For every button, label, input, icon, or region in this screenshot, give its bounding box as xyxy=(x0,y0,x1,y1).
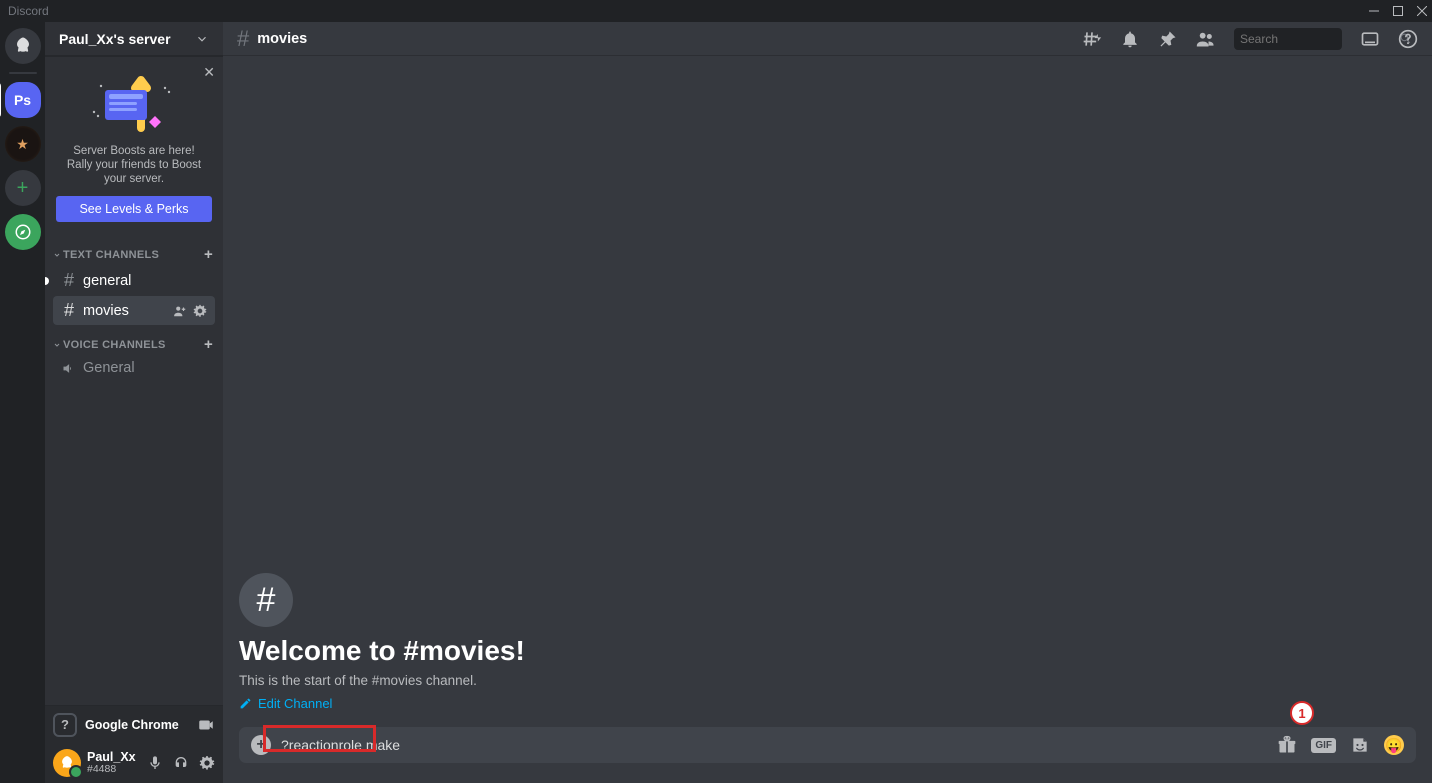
help-icon[interactable] xyxy=(1398,29,1418,49)
add-channel-button[interactable]: + xyxy=(204,246,213,263)
server-separator xyxy=(9,72,37,74)
hash-icon: # xyxy=(61,300,77,321)
activity-label: Google Chrome xyxy=(85,718,189,732)
server-icon-label: ★ xyxy=(16,136,29,153)
username-label: Paul_Xx xyxy=(87,751,141,763)
server-name-header[interactable]: Paul_Xx's server xyxy=(45,22,223,56)
boost-illustration xyxy=(53,66,215,138)
user-panel: Paul_Xx #4488 xyxy=(45,743,223,783)
add-channel-button[interactable]: + xyxy=(204,336,213,353)
server-icon-other[interactable]: ★ xyxy=(5,126,41,162)
notifications-icon[interactable] xyxy=(1120,29,1140,49)
close-icon[interactable]: ✕ xyxy=(203,64,215,81)
category-label: TEXT CHANNELS xyxy=(63,249,159,261)
boost-description: Server Boosts are here! Rally your frien… xyxy=(53,144,215,186)
deafen-icon[interactable] xyxy=(173,755,189,771)
stream-icon[interactable] xyxy=(197,716,215,734)
explore-servers-button[interactable] xyxy=(5,214,41,250)
invite-icon[interactable] xyxy=(173,304,187,318)
window-maximize-button[interactable] xyxy=(1392,5,1404,17)
server-boost-card: ✕ Server Boosts are here! Rally your fri… xyxy=(45,56,223,236)
window-controls xyxy=(1368,5,1428,17)
window-minimize-button[interactable] xyxy=(1368,5,1380,17)
activity-icon: ? xyxy=(53,713,77,737)
category-label: VOICE CHANNELS xyxy=(63,339,166,351)
window-titlebar: Discord xyxy=(0,0,1432,22)
gift-icon[interactable] xyxy=(1277,735,1297,755)
window-close-button[interactable] xyxy=(1416,5,1428,17)
composer-row: + GIF 😛 xyxy=(223,727,1432,783)
main-content: # movies # Welcome to #movies! This is t… xyxy=(223,22,1432,783)
home-button[interactable] xyxy=(5,28,41,64)
category-text-channels[interactable]: TEXT CHANNELS + xyxy=(47,236,221,265)
hash-icon: # xyxy=(237,26,249,52)
server-icon-current[interactable]: Ps xyxy=(5,82,41,118)
gear-icon[interactable] xyxy=(193,304,207,318)
channel-label: General xyxy=(83,360,135,376)
channel-sidebar: Paul_Xx's server ✕ Serv xyxy=(45,22,223,783)
message-composer: + GIF 😛 xyxy=(239,727,1416,763)
search-box[interactable] xyxy=(1234,28,1342,50)
welcome-title: Welcome to #movies! xyxy=(239,635,1416,667)
app-title: Discord xyxy=(8,4,49,18)
pinned-icon[interactable] xyxy=(1158,29,1178,49)
channel-label: general xyxy=(83,273,131,289)
message-area: # Welcome to #movies! This is the start … xyxy=(223,56,1432,727)
hash-icon: # xyxy=(61,270,77,291)
add-server-button[interactable]: + xyxy=(5,170,41,206)
inbox-icon[interactable] xyxy=(1360,29,1380,49)
threads-icon[interactable] xyxy=(1082,29,1102,49)
user-avatar[interactable] xyxy=(53,749,81,777)
edit-channel-label: Edit Channel xyxy=(258,696,332,711)
channel-welcome-icon: # xyxy=(239,573,293,627)
activity-panel: ? Google Chrome xyxy=(45,705,223,743)
edit-channel-link[interactable]: Edit Channel xyxy=(239,696,1416,711)
speaker-icon xyxy=(61,361,77,376)
welcome-subtitle: This is the start of the #movies channel… xyxy=(239,673,1416,688)
user-discriminator: #4488 xyxy=(87,763,141,775)
channel-header: # movies xyxy=(223,22,1432,56)
attach-button[interactable]: + xyxy=(251,735,271,755)
channel-movies[interactable]: # movies xyxy=(53,296,215,325)
message-input[interactable] xyxy=(281,737,1267,753)
emoji-button[interactable]: 😛 xyxy=(1384,735,1404,755)
channel-general[interactable]: # general xyxy=(53,266,215,295)
channel-title: movies xyxy=(257,31,307,47)
boost-levels-button[interactable]: See Levels & Perks xyxy=(56,196,212,222)
channel-label: movies xyxy=(83,303,129,319)
gif-button[interactable]: GIF xyxy=(1311,738,1336,753)
chevron-down-icon xyxy=(195,32,209,46)
voice-channel-general[interactable]: General xyxy=(53,356,215,380)
user-info[interactable]: Paul_Xx #4488 xyxy=(87,751,141,775)
server-name-label: Paul_Xx's server xyxy=(59,31,171,47)
server-list: Ps ★ + xyxy=(0,22,45,783)
category-voice-channels[interactable]: VOICE CHANNELS + xyxy=(47,326,221,355)
sticker-icon[interactable] xyxy=(1350,735,1370,755)
mute-icon[interactable] xyxy=(147,755,163,771)
settings-icon[interactable] xyxy=(199,755,215,771)
server-icon-label: Ps xyxy=(14,92,31,108)
members-icon[interactable] xyxy=(1196,29,1216,49)
